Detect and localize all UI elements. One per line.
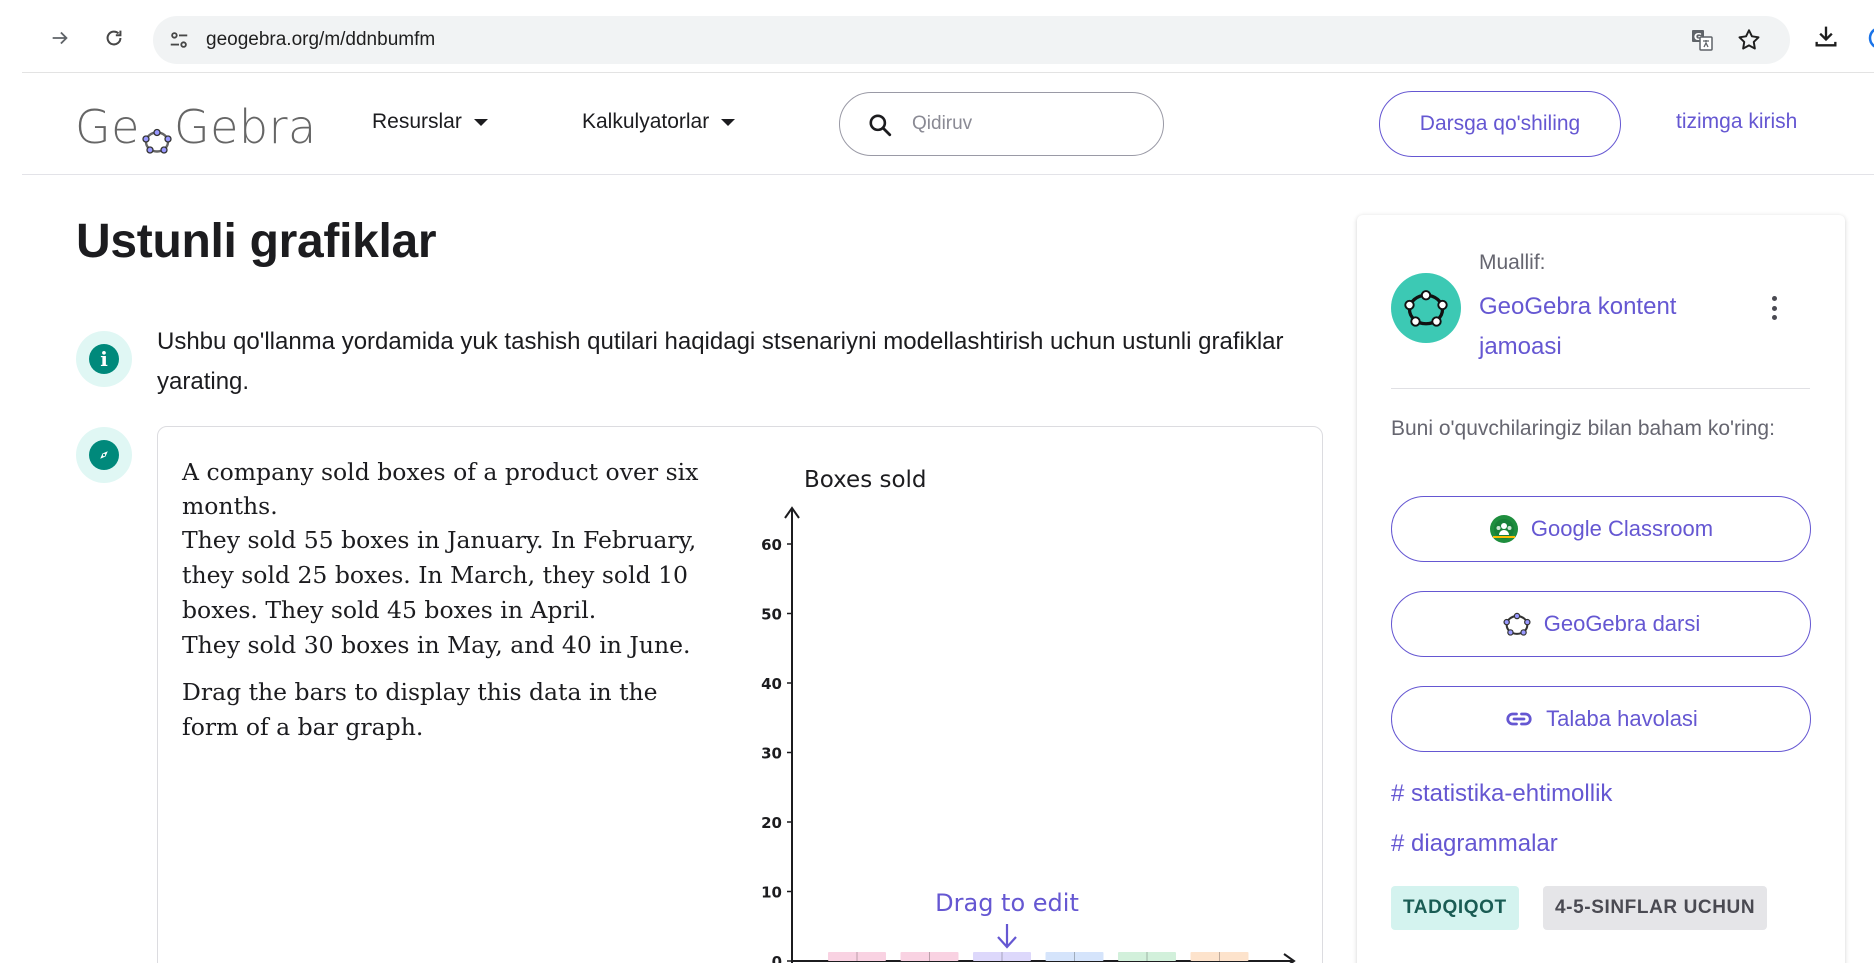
geogebra-lesson-button[interactable]: GeoGebra darsi xyxy=(1391,591,1811,657)
sidebar-divider xyxy=(1391,388,1810,389)
search-placeholder: Qidiruv xyxy=(912,113,973,134)
nav-calculators[interactable]: Kalkulyatorlar xyxy=(582,110,736,134)
address-bar[interactable]: geogebra.org/m/ddnbumfm G xyxy=(153,16,1790,64)
logo-text-right: Gebra xyxy=(173,100,317,154)
sidebar: Muallif: GeoGebra kontent jamoasi Buni o… xyxy=(1357,215,1845,963)
nav-resources[interactable]: Resurslar xyxy=(372,110,488,134)
avatar[interactable] xyxy=(1391,273,1461,343)
nav-resources-label: Resurslar xyxy=(372,110,462,133)
translate-icon[interactable]: G xyxy=(1690,28,1714,57)
download-icon[interactable] xyxy=(1812,22,1840,55)
bookmark-star-icon[interactable] xyxy=(1736,27,1762,58)
bar-chart[interactable]: Boxes sold 0 10 20 30 40 50 60 Drag to edit xyxy=(158,427,1323,963)
join-class-button[interactable]: Darsga qo'shiling xyxy=(1379,91,1621,157)
google-classroom-button[interactable]: Google Classroom xyxy=(1391,496,1811,562)
student-link-button[interactable]: Talaba havolasi xyxy=(1391,686,1811,752)
arrow-right-icon xyxy=(52,31,68,45)
login-link[interactable]: tizimga kirish xyxy=(1676,110,1797,134)
browser-toolbar: geogebra.org/m/ddnbumfm G xyxy=(0,0,1874,80)
activity-description: Ushbu qo'llanma yordamida yuk tashish qu… xyxy=(157,328,1284,395)
more-options-icon[interactable] xyxy=(1762,293,1786,323)
reload-button[interactable] xyxy=(98,22,130,54)
google-classroom-icon xyxy=(1489,515,1518,543)
google-classroom-label: Google Classroom xyxy=(1530,516,1714,541)
share-label: Buni o'quvchilaringiz bilan baham ko'rin… xyxy=(1391,417,1775,440)
profile-icon[interactable] xyxy=(1866,22,1874,54)
y-tick-label: 30 xyxy=(761,745,782,763)
student-link-label: Talaba havolasi xyxy=(1546,706,1698,731)
caret-down-icon xyxy=(473,118,488,126)
geogebra-applet[interactable]: A company sold boxes of a product over s… xyxy=(157,426,1323,963)
drag-hint: Drag to edit xyxy=(935,889,1079,917)
geogebra-logo[interactable]: Ge Gebra xyxy=(75,100,317,154)
site-settings-icon[interactable] xyxy=(167,28,191,52)
y-tick-label: 60 xyxy=(761,536,782,554)
y-tick-label: 20 xyxy=(761,814,782,832)
compass-icon xyxy=(76,427,132,483)
chip-grade[interactable]: 4-5-SINFLAR UCHUN xyxy=(1543,886,1768,930)
pentagon-logo-icon xyxy=(1503,612,1531,636)
y-tick-label: 40 xyxy=(761,675,782,693)
chart-title: Boxes sold xyxy=(804,467,927,493)
logo-text-left: Ge xyxy=(75,100,140,154)
y-tick-label: 50 xyxy=(761,606,782,624)
tag-link-statistics[interactable]: # statistika-ehtimollik xyxy=(1391,780,1612,808)
author-name-link[interactable]: GeoGebra kontent jamoasi xyxy=(1479,287,1739,367)
url-text[interactable]: geogebra.org/m/ddnbumfm xyxy=(206,29,435,51)
arrow-down-icon xyxy=(997,924,1017,949)
nav-calculators-label: Kalkulyatorlar xyxy=(582,110,710,133)
y-tick-label: 10 xyxy=(761,884,782,902)
pentagon-logo-icon xyxy=(1404,290,1448,327)
link-icon xyxy=(1506,712,1532,726)
search-input[interactable]: Qidiruv xyxy=(839,92,1164,156)
info-icon: i xyxy=(76,331,132,387)
forward-button[interactable] xyxy=(44,22,76,54)
geogebra-lesson-label: GeoGebra darsi xyxy=(1543,611,1701,636)
chip-research[interactable]: TADQIQOT xyxy=(1391,886,1519,930)
reload-icon xyxy=(106,30,122,46)
search-icon xyxy=(867,112,893,143)
logo-pentagon-icon xyxy=(141,114,173,154)
site-header: Ge Gebra Resurslar Kalkulyatorlar Qidiru… xyxy=(22,73,1874,175)
page-title: Ustunli grafiklar xyxy=(76,215,437,268)
bars-group[interactable] xyxy=(828,952,1249,961)
tag-link-diagrams[interactable]: # diagrammalar xyxy=(1391,830,1558,858)
y-axis: 0 10 20 30 40 50 60 xyxy=(761,506,800,963)
y-tick-label: 0 xyxy=(772,953,782,963)
author-label: Muallif: xyxy=(1479,251,1546,274)
caret-down-icon xyxy=(721,118,736,126)
